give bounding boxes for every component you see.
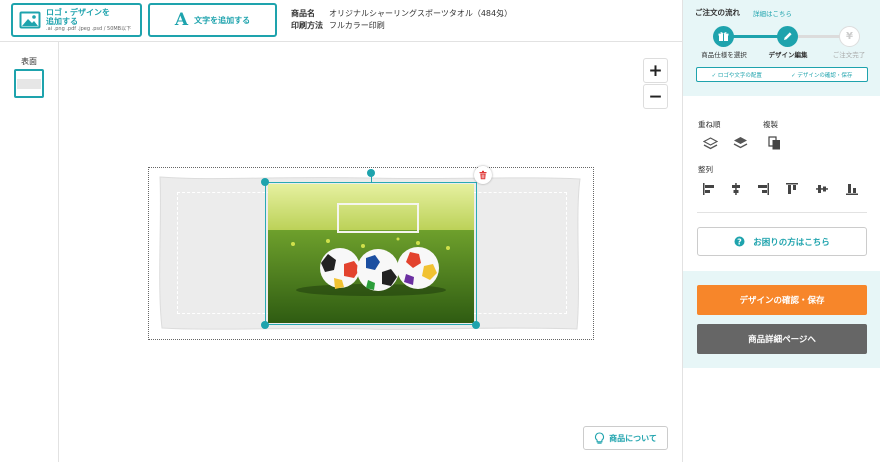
side-front-label: 表面 [21, 57, 37, 66]
image-icon [19, 11, 41, 29]
product-name-value: オリジナルシャーリングスポーツタオル（484匁） [329, 9, 513, 18]
print-method-value: フルカラー印刷 [329, 21, 385, 30]
layers-down-icon [733, 137, 747, 149]
design-substeps: ✓ ロゴや文字の配置 ✓ デザインの確認・保存 [696, 67, 868, 82]
copy-icon [767, 136, 780, 150]
align-middle-button[interactable] [814, 181, 830, 197]
product-name-row: 商品名 オリジナルシャーリングスポーツタオル（484匁） [291, 8, 512, 20]
align-left-button[interactable] [701, 181, 717, 197]
order-flow-title: ご注文の流れ [695, 8, 740, 17]
step-2-circle [777, 26, 798, 47]
add-text-button[interactable]: A 文字を追加する [148, 3, 277, 37]
thumbnail-preview [17, 78, 41, 89]
align-center-horizontal-icon [732, 183, 740, 195]
send-backward-button[interactable] [732, 135, 748, 151]
about-product-button[interactable]: 商品について [583, 426, 668, 450]
align-top-button[interactable] [784, 181, 800, 197]
selection-frame [265, 182, 477, 325]
add-text-label: 文字を追加する [194, 15, 251, 25]
print-method-row: 印刷方法 フルカラー印刷 [291, 20, 512, 32]
tools-divider [697, 212, 867, 213]
layer-order-label: 重ね順 [698, 120, 721, 129]
zoom-in-button[interactable]: + [643, 58, 668, 83]
add-logo-label-line1: ロゴ・デザインを [46, 7, 110, 17]
zoom-out-button[interactable]: − [643, 84, 668, 109]
print-method-key: 印刷方法 [291, 21, 323, 30]
yen-icon: ¥ [846, 31, 853, 42]
product-info: 商品名 オリジナルシャーリングスポーツタオル（484匁） 印刷方法 フルカラー印刷 [291, 8, 512, 32]
lightbulb-icon [595, 431, 605, 444]
add-logo-button[interactable]: ロゴ・デザインを 追加する .ai .png .pdf .jpeg .psd /… [11, 3, 142, 37]
align-bottom-button[interactable] [844, 181, 860, 197]
rotate-handle[interactable] [367, 169, 375, 177]
resize-handle-top-left[interactable] [261, 178, 269, 186]
confirm-save-button[interactable]: デザインの確認・保存 [697, 285, 867, 315]
delete-button[interactable] [474, 166, 492, 184]
align-label: 整列 [698, 165, 713, 174]
align-right-button[interactable] [755, 181, 771, 197]
layers-up-icon [702, 137, 718, 150]
gift-icon [718, 32, 729, 41]
order-flow-box: ご注文の流れ 詳細はこちら ¥ 商品仕様を選択 デザイン編集 ご注文完了 ✓ ロ… [683, 0, 880, 96]
pencil-icon [784, 32, 792, 40]
align-middle-icon [816, 185, 828, 193]
step-3-label: ご注文完了 [832, 51, 866, 59]
duplicate-label: 複製 [763, 120, 778, 129]
step-1-label: 商品仕様を選択 [701, 51, 747, 59]
resize-handle-bottom-right[interactable] [472, 321, 480, 329]
step-3-circle: ¥ [839, 26, 860, 47]
add-logo-text: ロゴ・デザインを 追加する .ai .png .pdf .jpeg .psd /… [46, 8, 131, 33]
resize-handle-bottom-left[interactable] [261, 321, 269, 329]
help-button[interactable]: ? お困りの方はこちら [697, 227, 867, 256]
add-logo-label-line2: 追加する [46, 16, 78, 26]
product-detail-button[interactable]: 商品詳細ページへ [697, 324, 867, 354]
substep-place-logo: ✓ ロゴや文字の配置 [711, 72, 762, 79]
svg-text:?: ? [737, 237, 742, 246]
substep-confirm-save: ✓ デザインの確認・保存 [791, 72, 853, 79]
order-flow-help-link[interactable]: 詳細はこちら [753, 8, 792, 18]
right-panel: ご注文の流れ 詳細はこちら ¥ 商品仕様を選択 デザイン編集 ご注文完了 ✓ ロ… [682, 0, 880, 462]
product-name-key: 商品名 [291, 9, 315, 18]
align-top-icon [786, 183, 798, 194]
side-front-thumbnail[interactable] [14, 69, 44, 98]
help-button-label: お困りの方はこちら [753, 237, 830, 248]
align-bottom-icon [846, 184, 858, 195]
trash-icon [479, 170, 487, 180]
about-product-label: 商品について [609, 433, 657, 443]
align-right-icon [758, 183, 769, 195]
action-box: デザインの確認・保存 商品詳細ページへ [683, 271, 880, 368]
question-icon: ? [734, 236, 745, 247]
side-selector-panel: 表面 [0, 42, 59, 462]
step-2-label: デザイン編集 [768, 51, 808, 59]
step-1-circle [713, 26, 734, 47]
add-logo-formats: .ai .png .pdf .jpeg .psd / 50MB以下 [46, 25, 132, 32]
duplicate-button[interactable] [766, 135, 782, 151]
align-left-icon [703, 183, 714, 195]
bring-forward-button[interactable] [702, 136, 718, 152]
text-icon: A [174, 10, 189, 30]
align-center-h-button[interactable] [728, 181, 744, 197]
top-toolbar: ロゴ・デザインを 追加する .ai .png .pdf .jpeg .psd /… [0, 0, 682, 42]
